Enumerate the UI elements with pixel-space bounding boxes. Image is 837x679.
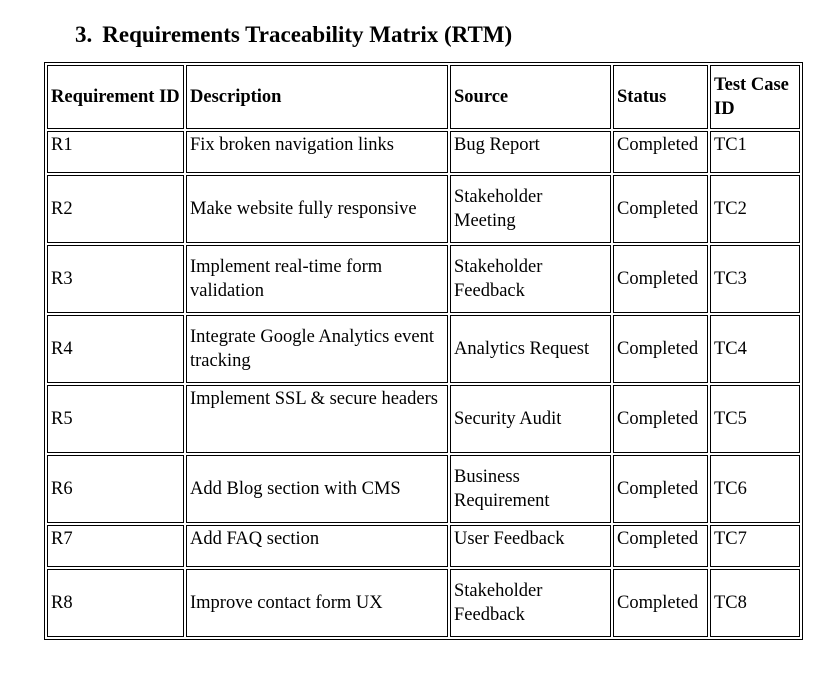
cell-requirement-id: R2 [47,175,184,243]
cell-test-case-id: TC8 [710,569,800,637]
cell-requirement-id: R7 [47,525,184,567]
cell-description: Implement SSL & secure headers [186,385,448,453]
table-row: R3 Implement real-time form validation S… [47,245,800,313]
cell-status: Completed [613,569,708,637]
section-title: Requirements Traceability Matrix (RTM) [102,22,513,47]
cell-requirement-id: R8 [47,569,184,637]
cell-status: Completed [613,245,708,313]
cell-status: Completed [613,175,708,243]
header-requirement-id: Requirement ID [47,65,184,129]
cell-description: Add FAQ section [186,525,448,567]
table-row: R2 Make website fully responsive Stakeho… [47,175,800,243]
table-row: R8 Improve contact form UX Stakeholder F… [47,569,800,637]
header-source: Source [450,65,611,129]
cell-requirement-id: R4 [47,315,184,383]
table-row: R5 Implement SSL & secure headers Securi… [47,385,800,453]
cell-status: Completed [613,131,708,173]
cell-source: Business Requirement [450,455,611,523]
cell-requirement-id: R1 [47,131,184,173]
cell-source: Stakeholder Meeting [450,175,611,243]
cell-source: Analytics Request [450,315,611,383]
section-number: 3. [75,22,93,47]
cell-description: Improve contact form UX [186,569,448,637]
cell-status: Completed [613,385,708,453]
table-row: R6 Add Blog section with CMS Business Re… [47,455,800,523]
cell-test-case-id: TC3 [710,245,800,313]
cell-source: Bug Report [450,131,611,173]
cell-test-case-id: TC5 [710,385,800,453]
cell-requirement-id: R3 [47,245,184,313]
cell-test-case-id: TC2 [710,175,800,243]
table-row: R4 Integrate Google Analytics event trac… [47,315,800,383]
cell-status: Completed [613,455,708,523]
cell-test-case-id: TC6 [710,455,800,523]
section-heading: 3. Requirements Traceability Matrix (RTM) [75,20,512,50]
table-header-row: Requirement ID Description Source Status… [47,65,800,129]
cell-source: Stakeholder Feedback [450,245,611,313]
table-row: R1 Fix broken navigation links Bug Repor… [47,131,800,173]
header-test-case-id: Test Case ID [710,65,800,129]
header-status: Status [613,65,708,129]
cell-source: User Feedback [450,525,611,567]
cell-requirement-id: R6 [47,455,184,523]
cell-status: Completed [613,315,708,383]
cell-description: Implement real-time form validation [186,245,448,313]
header-description: Description [186,65,448,129]
table-row: R7 Add FAQ section User Feedback Complet… [47,525,800,567]
cell-test-case-id: TC1 [710,131,800,173]
cell-source: Stakeholder Feedback [450,569,611,637]
cell-source: Security Audit [450,385,611,453]
cell-description: Fix broken navigation links [186,131,448,173]
cell-description: Add Blog section with CMS [186,455,448,523]
cell-test-case-id: TC4 [710,315,800,383]
cell-test-case-id: TC7 [710,525,800,567]
cell-requirement-id: R5 [47,385,184,453]
cell-status: Completed [613,525,708,567]
rtm-table: Requirement ID Description Source Status… [44,62,803,640]
cell-description: Make website fully responsive [186,175,448,243]
cell-description: Integrate Google Analytics event trackin… [186,315,448,383]
